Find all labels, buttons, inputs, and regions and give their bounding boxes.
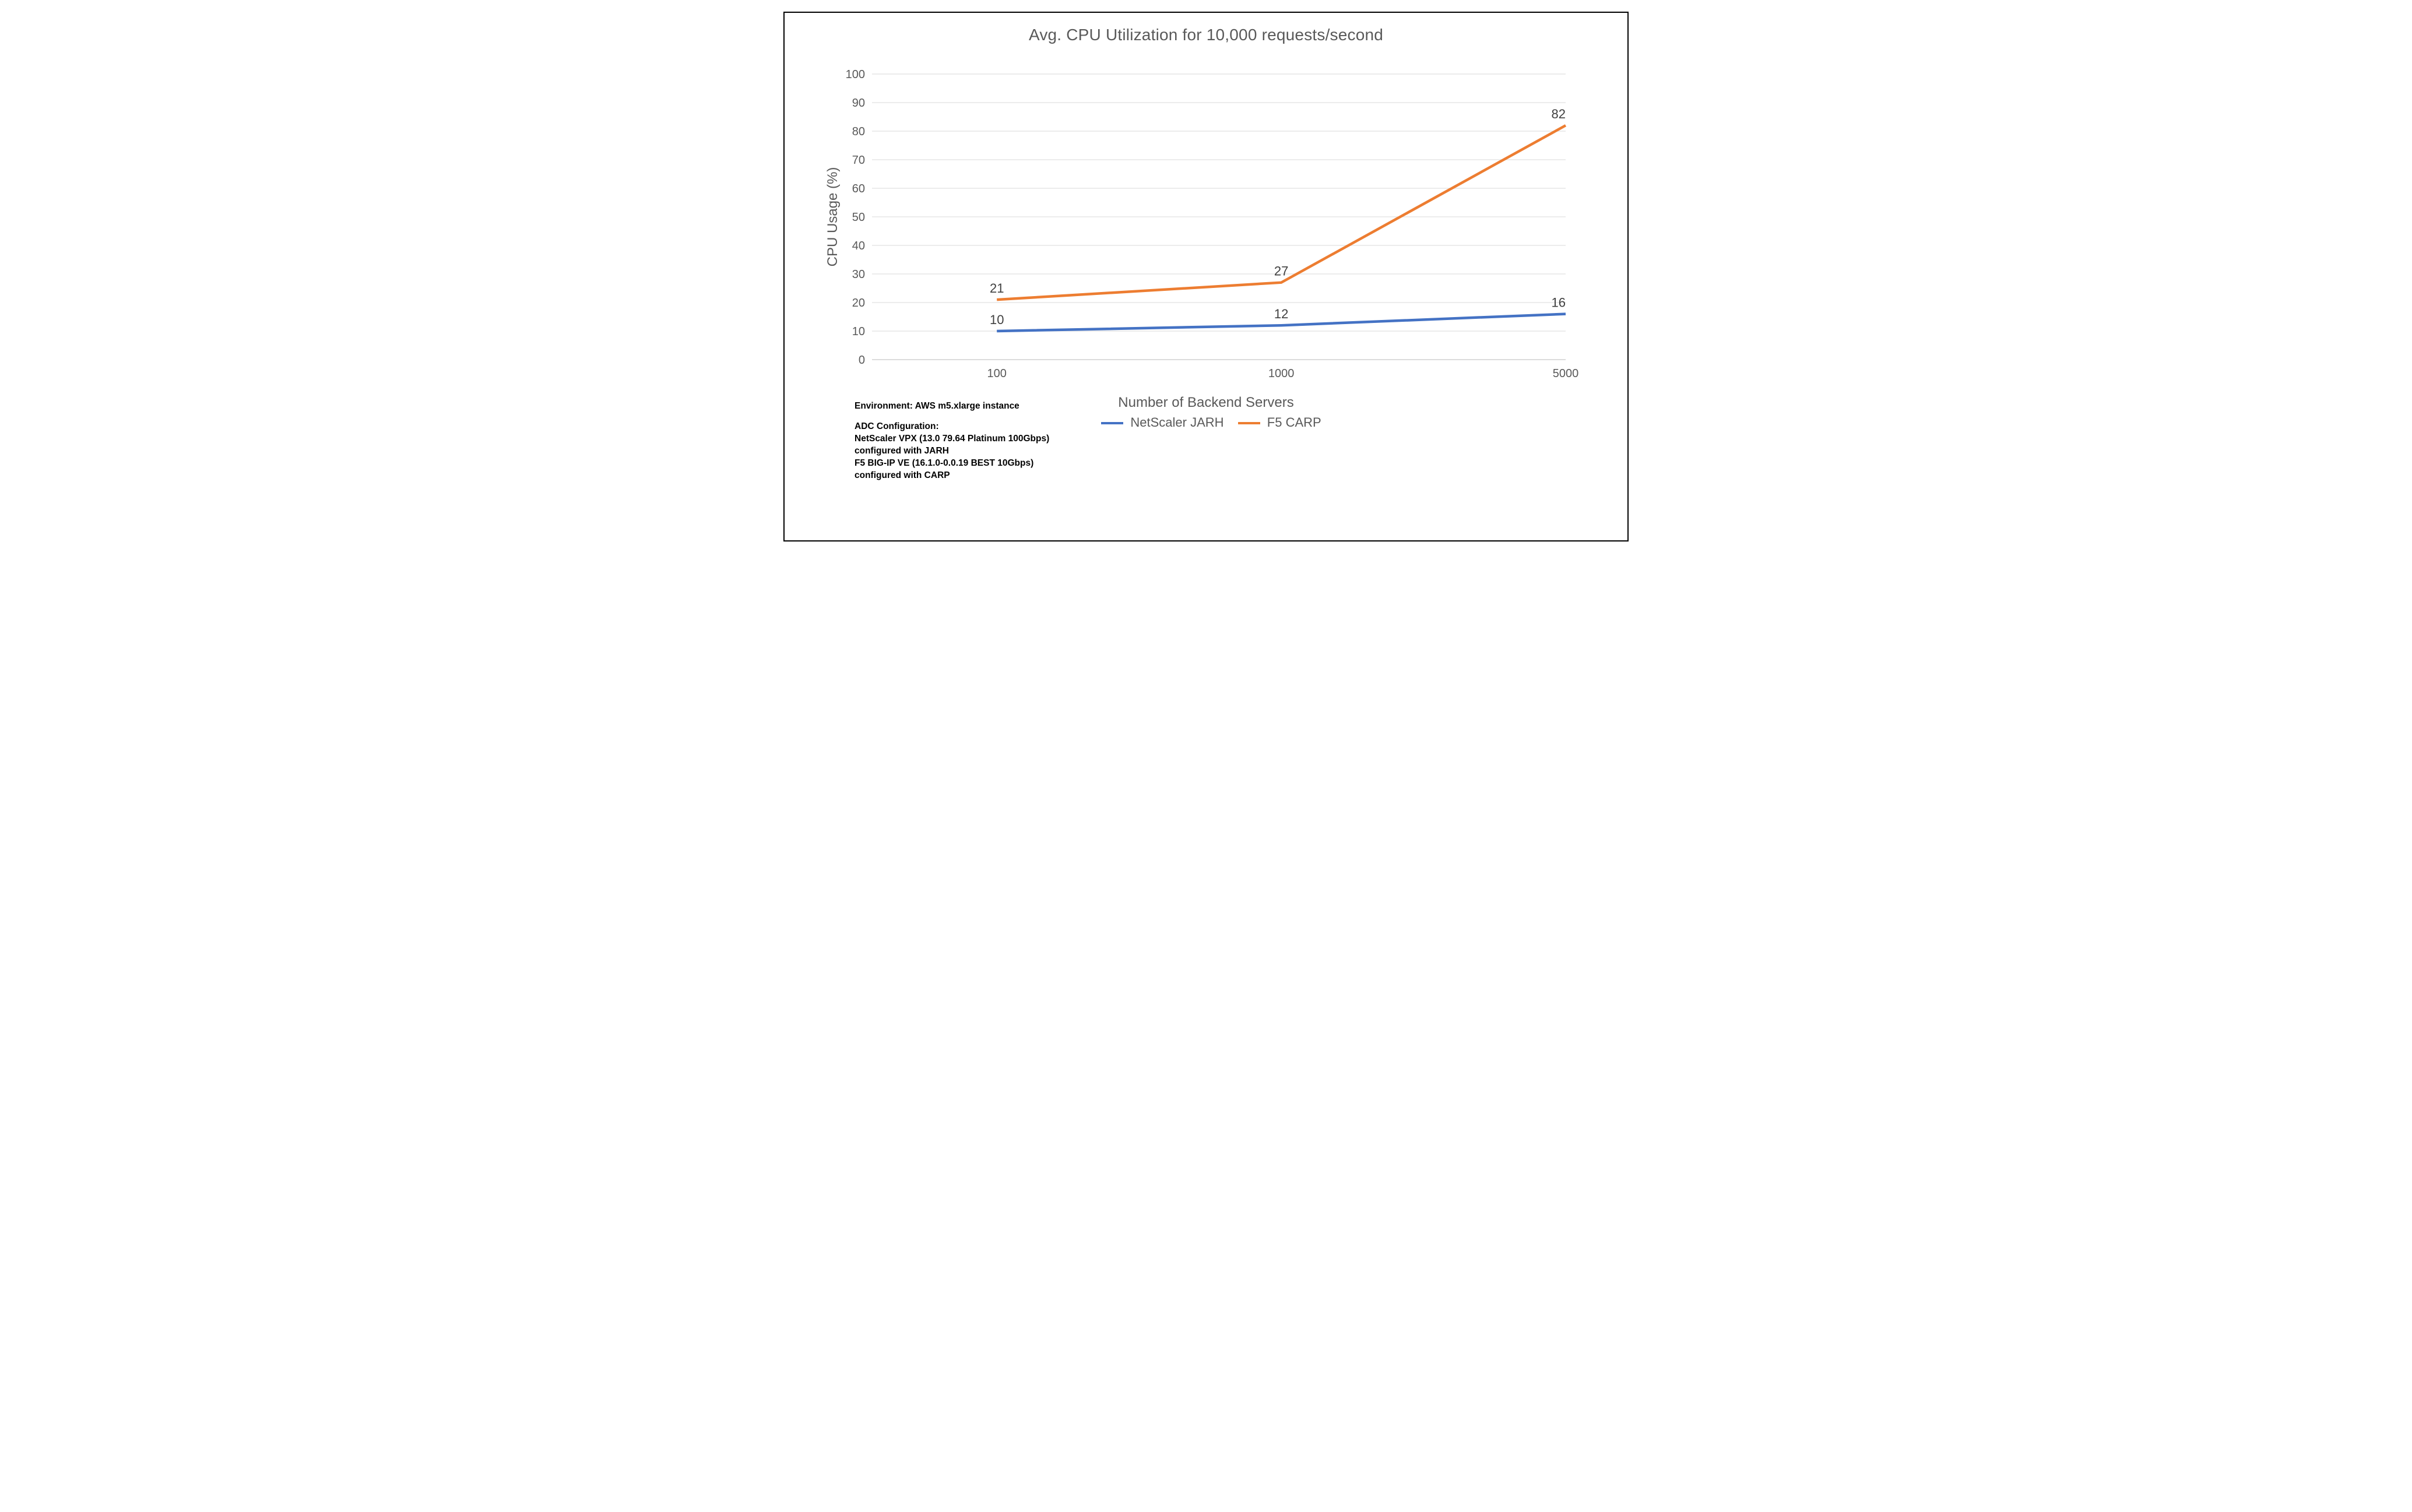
svg-text:21: 21 [990,281,1004,296]
note-adc-heading: ADC Configuration: [855,421,1158,433]
svg-text:90: 90 [852,97,865,110]
note-line-4: configured with CARP [855,470,1158,482]
svg-text:70: 70 [852,154,865,167]
svg-text:10: 10 [852,325,865,338]
svg-text:16: 16 [1552,296,1566,310]
note-line-3: F5 BIG-IP VE (16.1.0-0.0.19 BEST 10Gbps) [855,458,1158,470]
chart-svg: 0 10 20 30 40 50 60 70 80 90 100 100 1000 5000 CPU U… [825,68,1589,395]
svg-text:20: 20 [852,297,865,310]
chart-frame: Avg. CPU Utilization for 10,000 requests… [783,12,1629,541]
note-line-1: NetScaler VPX (13.0 79.64 Platinum 100Gb… [855,433,1158,445]
y-axis-label: CPU Usage (%) [825,167,841,267]
note-line-2: configured with JARH [855,445,1158,458]
gridlines [872,74,1566,331]
svg-text:50: 50 [852,211,865,224]
svg-text:40: 40 [852,240,865,252]
note-environment: Environment: AWS m5.xlarge instance [855,400,1158,413]
svg-text:100: 100 [987,367,1007,380]
legend-label-f5: F5 CARP [1267,415,1321,430]
chart-title: Avg. CPU Utilization for 10,000 requests… [785,26,1627,44]
svg-text:12: 12 [1274,307,1288,321]
x-ticks: 100 1000 5000 [987,367,1579,380]
svg-text:60: 60 [852,182,865,195]
y-ticks: 0 10 20 30 40 50 60 70 80 90 100 [846,68,865,367]
svg-text:1000: 1000 [1268,367,1295,380]
svg-text:5000: 5000 [1553,367,1579,380]
svg-text:0: 0 [859,354,865,367]
svg-text:27: 27 [1274,264,1288,279]
svg-text:80: 80 [852,125,865,138]
svg-text:100: 100 [846,68,865,81]
svg-text:30: 30 [852,268,865,281]
environment-notes: Environment: AWS m5.xlarge instance ADC … [855,400,1158,482]
legend-swatch-f5 [1238,422,1260,425]
plot-area: 0 10 20 30 40 50 60 70 80 90 100 100 1000 5000 CPU U… [825,68,1589,395]
svg-text:82: 82 [1552,107,1566,121]
svg-text:10: 10 [990,312,1004,327]
